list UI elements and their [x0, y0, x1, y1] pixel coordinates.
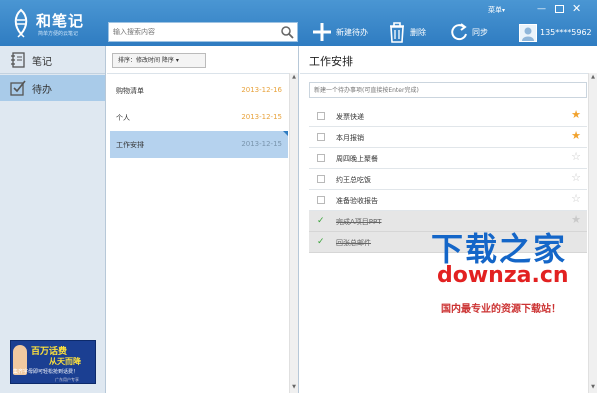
- todo-checkbox[interactable]: [317, 175, 325, 183]
- watermark-domain: downza.cn: [437, 263, 569, 288]
- note-date: 2013-12-15: [241, 140, 282, 148]
- app-slogan: 简单方便的云笔记: [38, 31, 79, 37]
- search-input[interactable]: [113, 23, 273, 41]
- delete-button[interactable]: 删除: [387, 20, 426, 44]
- todo-text: 准备验收报告: [336, 197, 378, 205]
- menu-button[interactable]: 菜单▾: [488, 5, 505, 15]
- todo-checklist-icon: [10, 80, 26, 96]
- check-icon[interactable]: ✓: [317, 238, 325, 247]
- todo-checkbox[interactable]: [317, 196, 325, 204]
- star-outline-icon[interactable]: ☆: [571, 193, 581, 205]
- sync-icon: [451, 23, 467, 41]
- maximize-icon[interactable]: [555, 5, 564, 13]
- star-outline-icon[interactable]: ☆: [571, 172, 581, 184]
- note-title: 工作安排: [116, 141, 144, 149]
- sidebar-item-label: 笔记: [32, 56, 52, 68]
- todo-text: 本月报销: [336, 134, 364, 142]
- todo-text: 约王总吃饭: [336, 176, 371, 184]
- title-bar: 和笔记 简单方便的云笔记 新建待办 删除 同步 菜单▾ — ✕ 135****5…: [0, 0, 597, 46]
- note-title: 个人: [116, 114, 130, 122]
- new-todo-input[interactable]: [309, 82, 587, 98]
- check-icon[interactable]: ✓: [317, 217, 325, 226]
- divider: [107, 73, 297, 74]
- caret-down-icon: ▾: [502, 7, 506, 14]
- sidebar-item-label: 待办: [32, 84, 52, 96]
- detail-scrollbar[interactable]: ▲ ▼: [588, 73, 597, 393]
- close-icon[interactable]: ✕: [572, 3, 581, 14]
- todo-checkbox[interactable]: [317, 133, 325, 141]
- todo-text: 完成A项目PPT: [336, 218, 382, 226]
- scroll-up-icon[interactable]: ▲: [290, 73, 298, 81]
- app-name: 和笔记: [36, 12, 85, 30]
- search-box: [108, 22, 298, 42]
- scroll-down-icon[interactable]: ▼: [589, 383, 597, 391]
- divider: [300, 73, 597, 74]
- minimize-icon[interactable]: —: [537, 4, 546, 14]
- ad-text: 集齐字母即可轻松抢到话费！: [13, 369, 79, 375]
- star-icon[interactable]: ★: [571, 130, 581, 142]
- star-icon[interactable]: ★: [571, 214, 581, 226]
- todo-detail-panel: 工作安排 发票快递 ★ 本月报销 ★ 周四晚上聚餐 ☆ 约王总吃饭 ☆ 准备验收…: [300, 46, 597, 393]
- todo-text: 周四晚上聚餐: [336, 155, 378, 163]
- todo-item[interactable]: 发票快递 ★: [309, 106, 587, 127]
- trash-icon: [390, 22, 404, 43]
- sync-label: 同步: [472, 27, 488, 37]
- star-outline-icon[interactable]: ☆: [571, 151, 581, 163]
- watermark-slogan: 国内最专业的资源下载站！: [441, 304, 561, 315]
- todo-checkbox[interactable]: [317, 154, 325, 162]
- todo-item[interactable]: 准备验收报告 ☆: [309, 190, 587, 211]
- todo-item[interactable]: 周四晚上聚餐 ☆: [309, 148, 587, 169]
- note-date: 2013-12-16: [241, 86, 282, 94]
- new-todo-button[interactable]: 新建待办: [311, 20, 368, 44]
- sidebar-item-todo[interactable]: 待办: [0, 75, 105, 101]
- plus-icon: [313, 23, 331, 41]
- caret-down-icon: ▾: [175, 57, 179, 64]
- scroll-down-icon[interactable]: ▼: [290, 383, 298, 391]
- ad-footnote: 广东用户专享: [55, 377, 79, 382]
- username[interactable]: 135****5962: [540, 28, 592, 37]
- app-logo-icon: [8, 8, 34, 38]
- list-item[interactable]: 工作安排 2013-12-15: [110, 131, 288, 158]
- delete-label: 删除: [410, 27, 426, 37]
- avatar[interactable]: [519, 24, 537, 42]
- ad-banner[interactable]: 百万话费 从天而降 集齐字母即可轻松抢到话费！ 广东用户专享: [10, 340, 96, 384]
- sort-label: 排序：修改时间 降序: [118, 57, 174, 64]
- sync-button[interactable]: 同步: [449, 20, 488, 44]
- notebook-icon: [11, 52, 25, 68]
- sidebar-item-notes[interactable]: 笔记: [0, 47, 105, 73]
- todo-checkbox[interactable]: [317, 112, 325, 120]
- search-icon[interactable]: [280, 25, 294, 39]
- new-todo-label: 新建待办: [336, 27, 368, 37]
- note-list-panel: 排序：修改时间 降序 ▾ 购物清单 2013-12-16 个人 2013-12-…: [107, 46, 299, 393]
- sort-dropdown[interactable]: 排序：修改时间 降序 ▾: [112, 53, 206, 68]
- note-title: 购物清单: [116, 87, 144, 95]
- divider: [0, 73, 105, 74]
- sidebar: 笔记 待办 百万话费 从天而降 集齐字母即可轻松抢到话费！ 广东用户专享: [0, 46, 106, 393]
- ad-subheadline: 从天而降: [49, 357, 81, 366]
- list-item[interactable]: 购物清单 2013-12-16: [110, 77, 288, 104]
- page-title[interactable]: 工作安排: [309, 53, 353, 69]
- note-list-scrollbar[interactable]: ▲ ▼: [289, 73, 298, 393]
- todo-text: 发票快递: [336, 113, 364, 121]
- selected-corner-icon: [283, 131, 288, 136]
- todo-item[interactable]: 约王总吃饭 ☆: [309, 169, 587, 190]
- scroll-up-icon[interactable]: ▲: [589, 73, 597, 81]
- note-date: 2013-12-15: [241, 113, 282, 121]
- star-icon[interactable]: ★: [571, 109, 581, 121]
- todo-item[interactable]: 本月报销 ★: [309, 127, 587, 148]
- menu-label: 菜单: [488, 6, 502, 14]
- todo-text: 回张总邮件: [336, 239, 371, 247]
- list-item[interactable]: 个人 2013-12-15: [110, 104, 288, 131]
